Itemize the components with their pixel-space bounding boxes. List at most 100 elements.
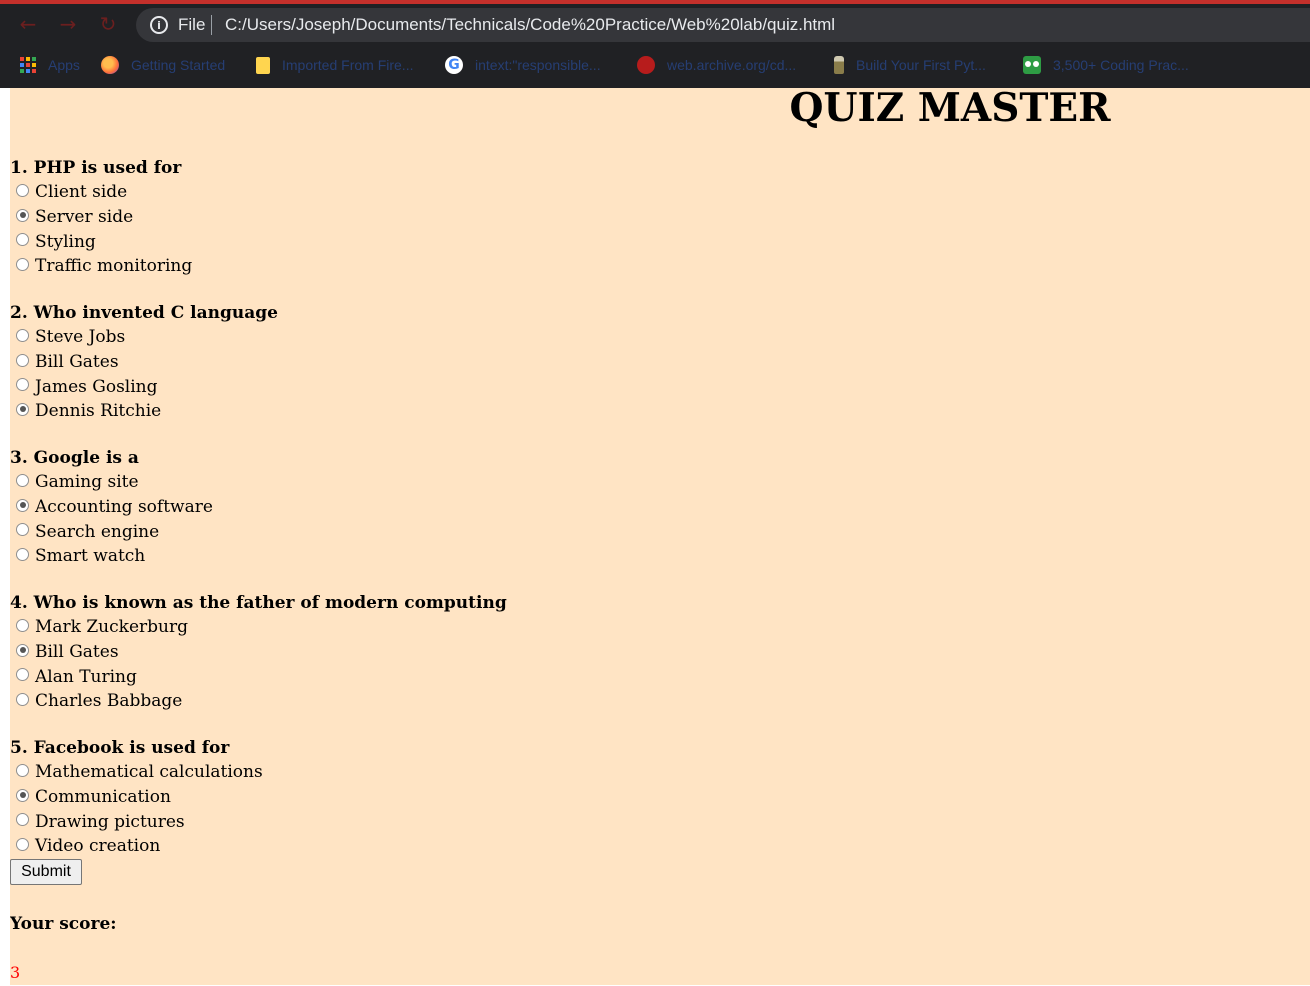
answer-option[interactable]: Mathematical calculations xyxy=(10,760,710,785)
question-text: 1. PHP is used for xyxy=(10,158,182,178)
bookmark-coding-practice[interactable]: 3,500+ Coding Prac... xyxy=(1023,54,1189,76)
question-2: 2. Who invented C language Steve Jobs Bill… xyxy=(10,301,710,446)
answer-option-label: Bill Gates xyxy=(35,352,119,373)
back-arrow-icon[interactable]: ← xyxy=(14,10,42,38)
answer-option-label: Traffic monitoring xyxy=(35,256,193,277)
page-title: QUIZ MASTER xyxy=(789,88,1111,131)
answer-option-label: Video creation xyxy=(35,836,161,857)
url-text[interactable]: C:/Users/Joseph/Documents/Technicals/Cod… xyxy=(225,15,835,35)
question-text: 5. Facebook is used for xyxy=(10,738,230,758)
bookmark-build-your-first-python[interactable]: Build Your First Pyt... xyxy=(834,54,986,76)
question-4: 4. Who is known as the father of modern … xyxy=(10,591,710,736)
radio-unchecked[interactable] xyxy=(16,692,29,706)
radio-unchecked[interactable] xyxy=(16,473,29,487)
submit-button[interactable]: Submit xyxy=(10,859,82,885)
scheme-label: File xyxy=(178,15,206,34)
radio-unchecked[interactable] xyxy=(16,813,29,827)
radio-checked[interactable] xyxy=(16,498,29,512)
answer-option[interactable]: Bill Gates xyxy=(10,350,710,375)
firefox-icon xyxy=(101,56,119,74)
answer-option-label: Smart watch xyxy=(35,546,146,567)
bookmark-imported-from-firefox[interactable]: Imported From Fire... xyxy=(256,54,413,76)
page-viewport: QUIZ MASTER 1. PHP is used for Client sid… xyxy=(10,88,1310,985)
answer-option-label: Client side xyxy=(35,182,128,203)
answer-option[interactable]: Drawing pictures xyxy=(10,809,710,834)
bookmark-apps[interactable]: Apps xyxy=(20,54,80,76)
answer-option-label: Drawing pictures xyxy=(35,811,185,832)
radio-unchecked[interactable] xyxy=(16,233,29,247)
radio-unchecked[interactable] xyxy=(16,257,29,271)
answer-option-label: Gaming site xyxy=(35,472,139,493)
radio-unchecked[interactable] xyxy=(16,837,29,851)
answer-option-label: Search engine xyxy=(35,521,160,542)
answer-option-label: Server side xyxy=(35,207,134,228)
answer-option[interactable]: Communication xyxy=(10,785,710,810)
radio-checked[interactable] xyxy=(16,788,29,802)
score-value: 3 xyxy=(10,963,21,982)
question-1: 1. PHP is used for Client side Server side… xyxy=(10,156,710,301)
answer-option[interactable]: Accounting software xyxy=(10,495,710,520)
radio-unchecked[interactable] xyxy=(16,618,29,632)
bookmark-label: Build Your First Pyt... xyxy=(856,57,986,73)
answer-option[interactable]: Mark Zuckerburg xyxy=(10,615,710,640)
answer-option[interactable]: Gaming site xyxy=(10,470,710,495)
info-icon[interactable]: i xyxy=(150,16,168,34)
radio-checked[interactable] xyxy=(16,208,29,222)
archive-icon xyxy=(637,56,655,74)
apps-icon xyxy=(20,57,36,73)
radio-checked[interactable] xyxy=(16,402,29,416)
folder-icon xyxy=(256,56,270,74)
google-icon: G xyxy=(445,56,463,74)
answer-option-label: Bill Gates xyxy=(35,642,119,663)
browser-chrome: ← → ↻ i File C:/Users/Joseph/Documents/T… xyxy=(0,0,1310,88)
answer-option-label: Steve Jobs xyxy=(35,327,126,348)
radio-unchecked[interactable] xyxy=(16,763,29,777)
answer-option[interactable]: James Gosling xyxy=(10,374,710,399)
radio-unchecked[interactable] xyxy=(16,668,29,682)
answer-option-label: Charles Babbage xyxy=(35,691,183,712)
answer-option-label: Accounting software xyxy=(35,497,213,518)
bookmark-label: 3,500+ Coding Prac... xyxy=(1053,57,1189,73)
answer-option[interactable]: Traffic monitoring xyxy=(10,254,710,279)
bottle-icon xyxy=(834,56,844,74)
bookmark-label: web.archive.org/cd... xyxy=(667,57,797,73)
bookmark-label: Getting Started xyxy=(131,57,226,73)
answer-option-label: Communication xyxy=(35,787,171,808)
answer-option[interactable]: Client side xyxy=(10,180,710,205)
answer-option[interactable]: Bill Gates xyxy=(10,640,710,665)
reload-icon[interactable]: ↻ xyxy=(94,10,122,38)
answer-option-label: Alan Turing xyxy=(35,666,137,687)
answer-option[interactable]: Dennis Ritchie xyxy=(10,399,710,424)
bookmark-getting-started[interactable]: Getting Started xyxy=(101,54,225,76)
answer-option[interactable]: Steve Jobs xyxy=(10,325,710,350)
navigation-bar: ← → ↻ i File C:/Users/Joseph/Documents/T… xyxy=(0,4,1310,44)
answer-option[interactable]: Smart watch xyxy=(10,544,710,569)
radio-unchecked[interactable] xyxy=(16,183,29,197)
address-divider xyxy=(211,15,212,35)
answer-option[interactable]: Alan Turing xyxy=(10,664,710,689)
radio-unchecked[interactable] xyxy=(16,547,29,561)
answer-option[interactable]: Styling xyxy=(10,229,710,254)
bookmark-label: intext:"responsible... xyxy=(475,57,601,73)
radio-unchecked[interactable] xyxy=(16,523,29,537)
question-text: 4. Who is known as the father of modern … xyxy=(10,593,507,613)
answer-option[interactable]: Search engine xyxy=(10,519,710,544)
answer-option[interactable]: Charles Babbage xyxy=(10,689,710,714)
answer-option-label: Mark Zuckerburg xyxy=(35,617,188,638)
address-bar[interactable]: i File C:/Users/Joseph/Documents/Technic… xyxy=(136,8,1310,42)
bookmark-google-search[interactable]: G intext:"responsible... xyxy=(445,54,601,76)
answer-option[interactable]: Server side xyxy=(10,205,710,230)
radio-unchecked[interactable] xyxy=(16,328,29,342)
answer-option[interactable]: Video creation xyxy=(10,834,710,859)
quiz-form: 1. PHP is used for Client side Server side… xyxy=(10,156,710,881)
answer-option-label: Styling xyxy=(35,231,96,252)
question-text: 3. Google is a xyxy=(10,448,139,468)
radio-unchecked[interactable] xyxy=(16,353,29,367)
bookmark-web-archive[interactable]: web.archive.org/cd... xyxy=(637,54,796,76)
forward-arrow-icon[interactable]: → xyxy=(54,10,82,38)
radio-checked[interactable] xyxy=(16,643,29,657)
question-3: 3. Google is a Gaming site Accounting soft… xyxy=(10,446,710,591)
question-text: 2. Who invented C language xyxy=(10,303,278,323)
bookmark-label: Apps xyxy=(48,57,80,73)
radio-unchecked[interactable] xyxy=(16,378,29,392)
